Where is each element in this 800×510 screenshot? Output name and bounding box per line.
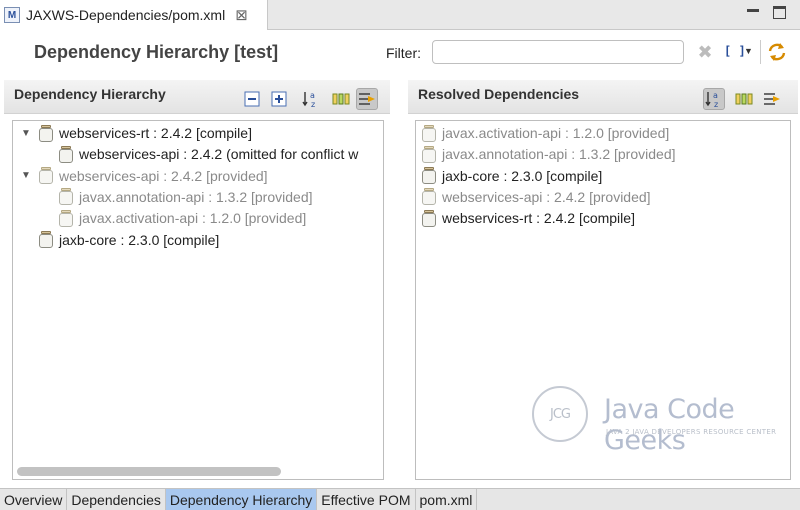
chevron-down-icon[interactable]: ▼	[744, 46, 753, 56]
jar-icon	[422, 124, 436, 142]
list-item-label: jaxb-core : 2.3.0 [compile]	[442, 167, 603, 184]
list-item[interactable]: javax.annotation-api : 1.3.2 [provided]	[422, 144, 676, 164]
jar-icon	[422, 209, 436, 227]
list-item-label: javax.activation-api : 1.2.0 [provided]	[442, 125, 670, 141]
show-group-id-icon[interactable]	[330, 88, 352, 110]
tree-item[interactable]: jaxb-core : 2.3.0 [compile]	[21, 230, 219, 250]
tree-item[interactable]: javax.annotation-api : 1.3.2 [provided]	[41, 187, 313, 207]
list-item-label: webservices-rt : 2.4.2 [compile]	[442, 210, 635, 227]
expand-arrow-icon[interactable]: ▼	[21, 170, 33, 181]
jar-icon	[59, 209, 73, 227]
editor-tab-title: JAXWS-Dependencies/pom.xml	[26, 7, 226, 23]
tree-item[interactable]: ▼ webservices-rt : 2.4.2 [compile]	[21, 123, 252, 143]
horizontal-scrollbar[interactable]	[17, 467, 281, 476]
jar-icon	[422, 188, 436, 206]
list-item[interactable]: webservices-api : 2.4.2 [provided]	[422, 187, 651, 207]
tree-item-label: webservices-rt : 2.4.2 [compile]	[59, 125, 252, 141]
page-tab-overview[interactable]: Overview	[0, 489, 68, 510]
svg-text:z: z	[714, 100, 718, 108]
section-title: Dependency Hierarchy	[14, 86, 166, 102]
list-item[interactable]: jaxb-core : 2.3.0 [compile]	[422, 166, 602, 186]
minimize-icon[interactable]	[746, 6, 760, 20]
watermark-logo: JCG Java Code Geeks JAVA 2 JAVA DEVELOPE…	[532, 380, 782, 456]
tree-item-label: webservices-api : 2.4.2 [provided]	[59, 167, 268, 184]
dependency-hierarchy-section: Dependency Hierarchy az ▼ webservices-rt …	[4, 80, 390, 486]
show-group-id-icon[interactable]	[733, 88, 755, 110]
filter-label: Filter:	[386, 45, 421, 61]
close-icon[interactable]: ⊠	[235, 6, 248, 24]
dependency-tree[interactable]: ▼ webservices-rt : 2.4.2 [compile] webserv…	[12, 120, 384, 480]
refresh-icon[interactable]	[766, 41, 788, 63]
filter-toggle-icon[interactable]	[356, 88, 378, 110]
expand-all-icon[interactable]	[268, 88, 290, 110]
page-title: Dependency Hierarchy [test]	[34, 42, 279, 62]
page-tab-dependencies[interactable]: Dependencies	[67, 489, 166, 510]
watermark-title: Java Code Geeks	[604, 394, 735, 456]
sort-icon[interactable]: az	[703, 88, 725, 110]
tree-item-label: webservices-api : 2.4.2 (omitted for con…	[79, 146, 359, 163]
jar-icon	[422, 167, 436, 185]
tree-item-label: javax.activation-api : 1.2.0 [provided]	[79, 210, 307, 227]
maven-pom-icon: M	[4, 7, 20, 23]
list-item[interactable]: webservices-rt : 2.4.2 [compile]	[422, 208, 635, 228]
svg-text:a: a	[713, 91, 718, 100]
tree-item-label: javax.annotation-api : 1.3.2 [provided]	[79, 188, 313, 205]
maximize-icon[interactable]	[773, 6, 786, 19]
page-tab-pom-xml[interactable]: pom.xml	[416, 489, 478, 510]
clear-filter-icon[interactable]: ✖	[696, 42, 714, 62]
editor-tab-pom[interactable]: M JAXWS-Dependencies/pom.xml ⊠	[0, 0, 268, 30]
jcg-logo-icon: JCG	[532, 386, 588, 442]
brackets-icon[interactable]: [ ]	[724, 44, 746, 58]
pom-editor-page-tabs: Overview Dependencies Dependency Hierarchy…	[0, 488, 800, 510]
tree-item-label: jaxb-core : 2.3.0 [compile]	[59, 231, 220, 248]
svg-text:z: z	[311, 100, 315, 108]
toolbar-separator	[760, 40, 761, 64]
jar-icon	[59, 145, 73, 163]
list-item-label: javax.annotation-api : 1.3.2 [provided]	[442, 146, 676, 163]
watermark-subtitle: JAVA 2 JAVA DEVELOPERS RESOURCE CENTER	[606, 428, 777, 436]
sort-icon[interactable]: az	[300, 88, 322, 110]
section-header: Resolved Dependencies az	[408, 80, 798, 114]
jar-icon	[39, 231, 53, 248]
filter-input[interactable]	[432, 40, 684, 64]
jar-icon	[59, 188, 73, 206]
tree-item[interactable]: javax.activation-api : 1.2.0 [provided]	[41, 208, 306, 228]
jar-icon	[39, 124, 53, 142]
filter-toggle-icon[interactable]	[761, 88, 783, 110]
jar-icon	[39, 167, 53, 185]
tree-item[interactable]: webservices-api : 2.4.2 (omitted for con…	[41, 144, 358, 164]
section-header: Dependency Hierarchy az	[4, 80, 390, 114]
jar-icon	[422, 145, 436, 163]
list-item[interactable]: javax.activation-api : 1.2.0 [provided]	[422, 123, 669, 143]
tree-item[interactable]: ▼ webservices-api : 2.4.2 [provided]	[21, 166, 268, 186]
collapse-all-icon[interactable]	[241, 88, 263, 110]
svg-text:a: a	[310, 91, 315, 100]
page-tab-effective-pom[interactable]: Effective POM	[317, 489, 416, 510]
list-item-label: webservices-api : 2.4.2 [provided]	[442, 188, 651, 205]
page-tab-dependency-hierarchy[interactable]: Dependency Hierarchy	[165, 489, 318, 510]
editor-tabstrip: M JAXWS-Dependencies/pom.xml ⊠	[0, 0, 800, 30]
section-title: Resolved Dependencies	[418, 86, 580, 102]
expand-arrow-icon[interactable]: ▼	[21, 128, 33, 139]
